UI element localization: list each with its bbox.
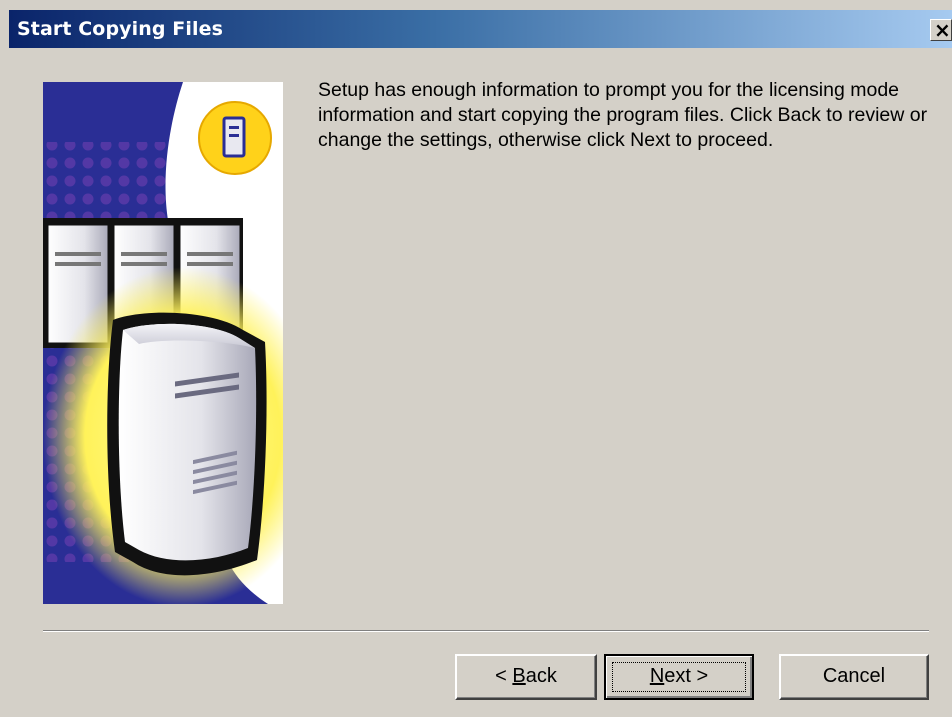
setup-dialog: Start Copying Files × Setup has enough i… [0, 0, 952, 717]
back-button[interactable]: < Back [455, 654, 597, 700]
next-button-label: Next > [649, 665, 709, 687]
wizard-illustration [43, 82, 323, 607]
back-button-label: < Back [495, 665, 557, 687]
server-tower-icon [107, 312, 267, 576]
server-badge-icon [198, 101, 272, 175]
title-bar[interactable]: Start Copying Files × [9, 10, 952, 48]
instruction-text: Setup has enough information to prompt y… [318, 79, 928, 151]
close-button[interactable]: × [930, 18, 952, 42]
divider [43, 630, 929, 632]
cancel-button-label: Cancel [822, 665, 886, 687]
window-title: Start Copying Files [17, 18, 223, 40]
cancel-button[interactable]: Cancel [779, 654, 929, 700]
close-icon: × [934, 18, 951, 42]
next-button[interactable]: Next > [604, 654, 754, 700]
